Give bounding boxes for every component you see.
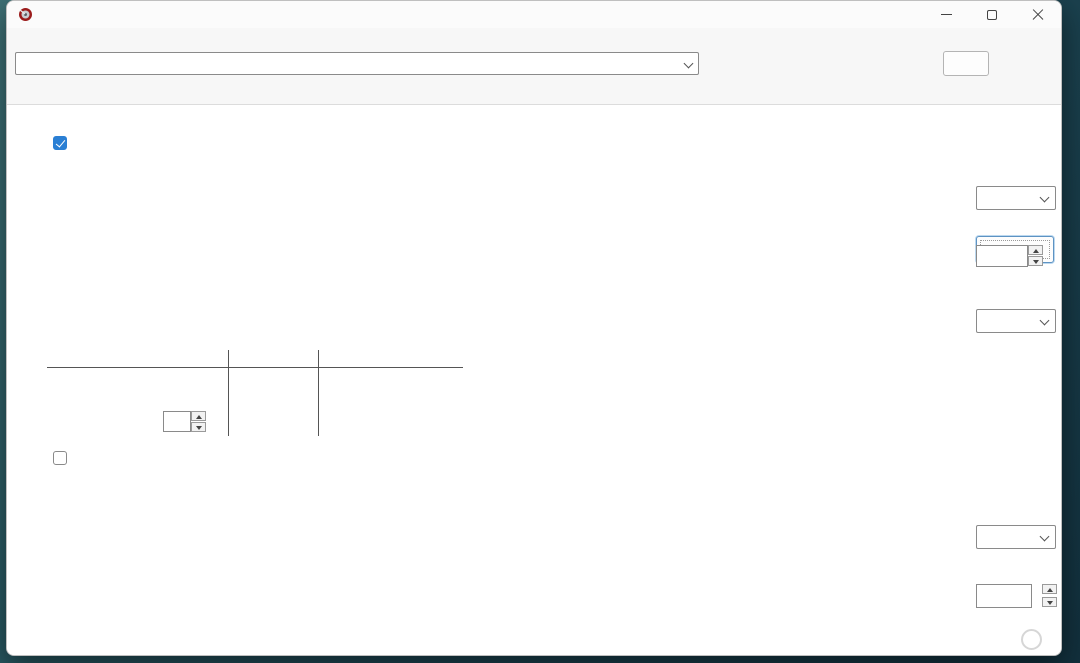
chevron-down-icon bbox=[1040, 194, 1048, 202]
smzdm-watermark bbox=[1021, 629, 1047, 650]
block-file-length-dropdown[interactable] bbox=[976, 525, 1056, 549]
toolbar bbox=[7, 48, 1061, 80]
minimize-icon bbox=[941, 14, 952, 15]
checkbox-unchecked-icon bbox=[53, 451, 67, 465]
exit-button[interactable] bbox=[943, 51, 989, 76]
queue-depth-spin-up[interactable] bbox=[191, 411, 206, 421]
file-length-input[interactable] bbox=[976, 245, 1028, 267]
maximize-button[interactable] bbox=[969, 1, 1015, 28]
smzdm-badge-icon bbox=[1021, 629, 1042, 650]
file-length-spin-up[interactable] bbox=[1028, 245, 1043, 255]
drive-selector[interactable] bbox=[15, 52, 699, 75]
chevron-down-icon bbox=[1040, 317, 1048, 325]
checkbox-checked-icon bbox=[53, 136, 67, 150]
maximize-icon bbox=[987, 10, 997, 20]
app-logo-icon bbox=[18, 7, 33, 22]
queue-depth-input[interactable] bbox=[163, 411, 191, 432]
queue-depth-spin-down[interactable] bbox=[191, 422, 206, 432]
menu-bar bbox=[7, 28, 1061, 48]
data-mode-dropdown[interactable] bbox=[976, 309, 1056, 333]
delay-input[interactable] bbox=[976, 584, 1032, 608]
chevron-down-icon bbox=[1040, 533, 1048, 541]
drive-letter-dropdown[interactable] bbox=[976, 186, 1056, 210]
delay-spin-down[interactable] bbox=[1042, 597, 1057, 607]
chevron-down-icon bbox=[684, 60, 692, 68]
transfer-speed-checkbox[interactable] bbox=[53, 136, 73, 150]
file-length-spin-down[interactable] bbox=[1028, 256, 1043, 266]
delay-spin-up[interactable] bbox=[1042, 584, 1057, 594]
title-bar bbox=[7, 1, 1061, 28]
close-icon bbox=[1032, 9, 1044, 21]
close-button[interactable] bbox=[1015, 1, 1061, 28]
file-benchmark-page bbox=[7, 105, 1061, 655]
tab-bar bbox=[7, 80, 1061, 105]
app-window bbox=[6, 0, 1062, 656]
block-size-checkbox[interactable] bbox=[53, 451, 73, 465]
minimize-button[interactable] bbox=[923, 1, 969, 28]
